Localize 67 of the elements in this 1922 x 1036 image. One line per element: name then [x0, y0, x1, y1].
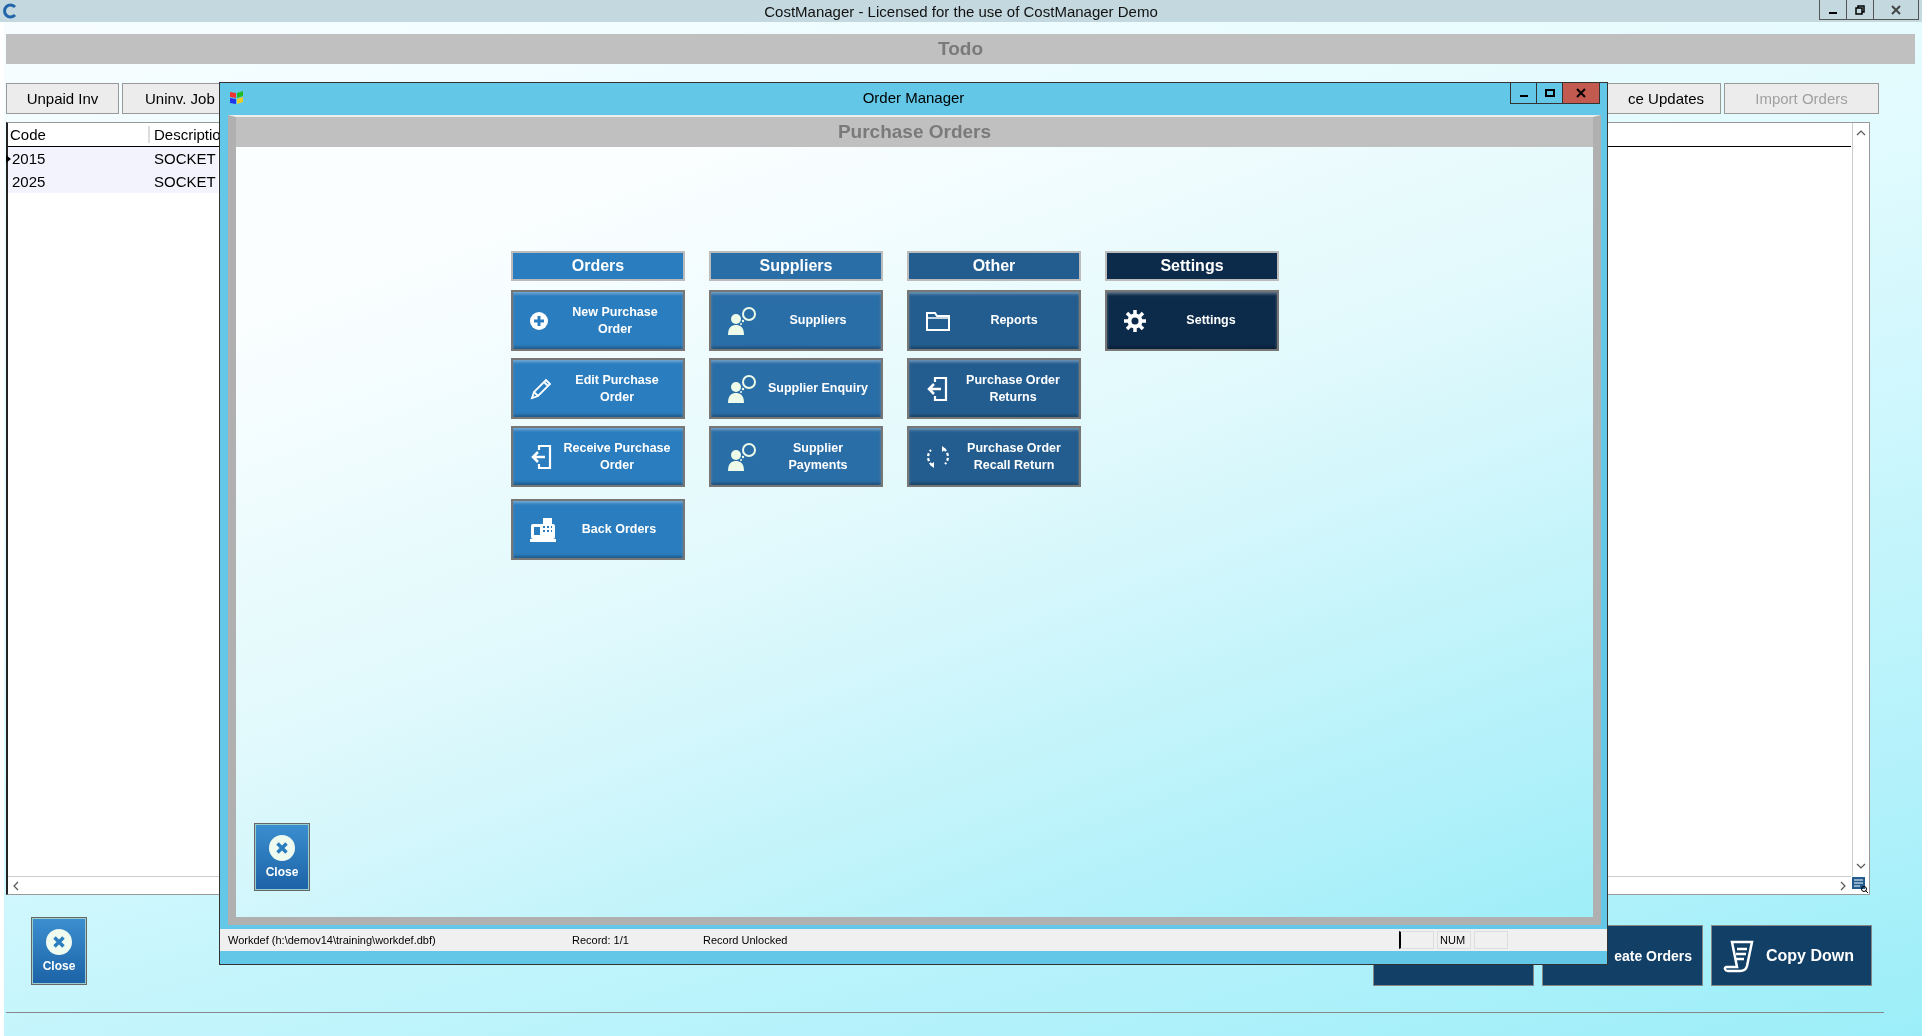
menu-button[interactable]: New Purchase Order — [511, 290, 685, 351]
menu-button[interactable]: Back Orders — [511, 499, 685, 560]
vertical-scrollbar[interactable] — [1852, 123, 1869, 876]
action-button[interactable]: Copy Down — [1711, 925, 1872, 986]
minimize-icon — [1519, 95, 1528, 97]
door-arrow-icon — [529, 443, 553, 470]
close-button[interactable] — [1873, 0, 1919, 20]
table-cell-text: SOCKET — [153, 150, 216, 167]
status-indicator: NUM — [1437, 931, 1471, 949]
table-row[interactable]: 2025 SOCKET — [8, 170, 218, 193]
person-bubble-icon — [727, 374, 757, 403]
menu-button[interactable]: Supplier Payments — [709, 426, 883, 487]
document-icon — [1722, 938, 1756, 973]
menu-button[interactable]: Purchase Order Returns — [907, 358, 1081, 419]
app-icon — [2, 3, 18, 19]
group-header: Other — [907, 251, 1081, 281]
pencil-icon — [529, 376, 553, 401]
menu-button[interactable]: Suppliers — [709, 290, 883, 351]
close-icon — [269, 835, 295, 861]
status-panel — [1399, 931, 1434, 949]
column-header[interactable]: Code — [8, 126, 148, 143]
close-button[interactable] — [1562, 83, 1600, 104]
group-header: Suppliers — [709, 251, 883, 281]
restore-icon — [1855, 4, 1865, 15]
cycle-arrows-icon — [925, 443, 951, 470]
section-header: Todo — [6, 34, 1915, 64]
scroll-up-icon[interactable] — [1856, 129, 1866, 137]
panel-header: Purchase Orders — [236, 117, 1593, 147]
group-header: Settings — [1105, 251, 1279, 281]
minimize-button[interactable] — [1819, 0, 1847, 20]
dialog-title: Order Manager — [862, 88, 965, 106]
scroll-right-icon[interactable] — [1839, 880, 1847, 891]
minimize-icon — [1829, 11, 1837, 14]
close-button[interactable]: Close — [31, 917, 87, 985]
cash-register-icon — [529, 516, 557, 543]
menu-button[interactable]: Supplier Enquiry — [709, 358, 883, 419]
menu-button[interactable]: Purchase Order Recall Return — [907, 426, 1081, 487]
table-cell-text: 2015 — [11, 150, 47, 167]
maximize-icon — [1544, 88, 1555, 98]
minimize-button[interactable] — [1510, 83, 1537, 104]
window-title: CostManager - Licensed for the use of CostManager Demo — [764, 2, 1158, 20]
grid-search-icon[interactable] — [1852, 877, 1868, 893]
group-header: Orders — [511, 251, 685, 281]
status-text: Record: 1/1 — [572, 934, 630, 946]
settings-icon — [1123, 308, 1147, 333]
person-bubble-icon — [727, 306, 757, 335]
close-icon — [1891, 4, 1901, 15]
tab[interactable]: Unpaid Inv — [6, 83, 119, 114]
status-text: Workdef (h:\demov14\training\workdef.dbf) — [228, 934, 437, 946]
door-arrow-icon — [925, 375, 949, 402]
folder-icon — [925, 309, 951, 332]
menu-button[interactable]: Settings — [1105, 290, 1279, 351]
close-icon — [1576, 88, 1586, 98]
scroll-left-icon[interactable] — [12, 880, 20, 891]
close-button[interactable]: Close — [254, 823, 310, 891]
table-cell-text: SOCKET — [153, 173, 216, 190]
table-cell-text: 2025 — [11, 173, 47, 190]
person-bubble-icon — [727, 442, 757, 471]
menu-button[interactable]: Receive Purchase Order — [511, 426, 685, 487]
status-text: Record Unlocked — [703, 934, 789, 946]
scroll-down-icon[interactable] — [1856, 862, 1866, 870]
table-row[interactable]: 2015 SOCKET — [8, 147, 218, 170]
menu-button[interactable]: Edit Purchase Order — [511, 358, 685, 419]
close-icon — [46, 929, 72, 955]
windows-logo-icon — [228, 90, 244, 104]
plus-icon — [529, 310, 549, 331]
menu-button[interactable]: Reports — [907, 290, 1081, 351]
